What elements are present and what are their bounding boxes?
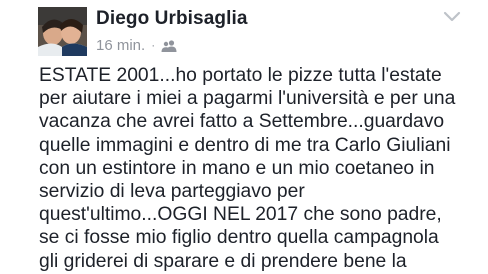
post-timestamp[interactable]: 16 min. <box>96 37 145 54</box>
post-body-line: ESTATE 2001...ho portato le pizze tutta … <box>39 65 442 86</box>
profile-photo-icon <box>38 7 87 56</box>
chevron-down-icon[interactable] <box>443 10 461 24</box>
post-body-line: servizio di leva parteggiavo per <box>39 181 305 203</box>
post-body: ESTATE 2001...ho portato le pizze tutta … <box>39 64 485 273</box>
post-body-line: gli griderei di sparare e di prendere be… <box>39 250 407 272</box>
post-body-line: quest'ultimo...OGGI NEL 2017 che sono pa… <box>39 204 442 226</box>
post-body-line: con un estintore in mano e un mio coetan… <box>39 157 435 179</box>
post-meta: 16 min. · <box>96 36 177 54</box>
facebook-post: Diego Urbisaglia 16 min. · ESTATE 2001..… <box>0 0 488 274</box>
post-body-line: se ci fosse mio figlio dentro quella cam… <box>39 227 439 249</box>
meta-separator: · <box>151 38 156 52</box>
avatar[interactable] <box>38 7 87 56</box>
author-name[interactable]: Diego Urbisaglia <box>96 8 248 30</box>
post-body-line: per aiutare i miei a pagarmi l'universit… <box>39 88 456 110</box>
friends-icon[interactable] <box>161 39 177 52</box>
post-body-line: quelle immagini e dentro di me tra Carlo… <box>39 134 451 156</box>
post-body-line: vacanza che avrei fatto a Settembre...gu… <box>39 111 445 133</box>
